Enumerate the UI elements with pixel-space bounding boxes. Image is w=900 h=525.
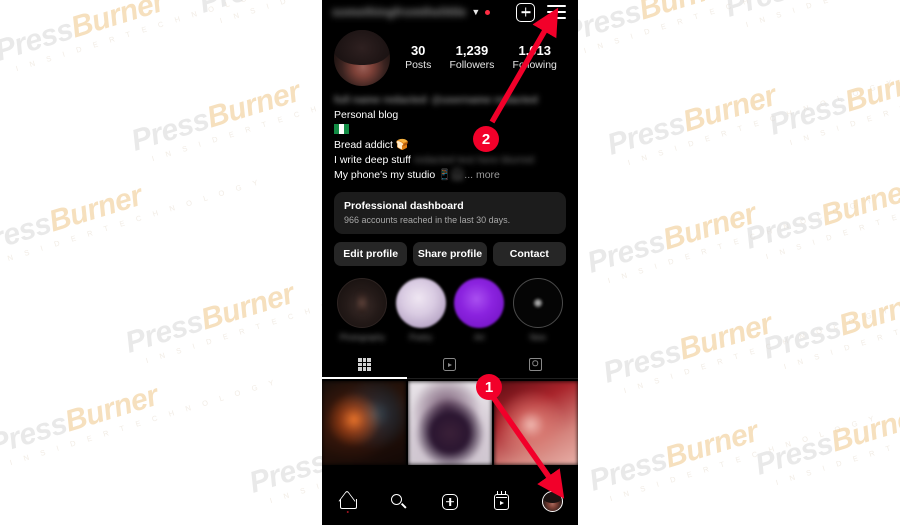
annotation-badge-2: 2 [473,126,499,152]
annotation-badge-1: 1 [476,374,502,400]
annotation-arrow-1 [490,395,565,499]
